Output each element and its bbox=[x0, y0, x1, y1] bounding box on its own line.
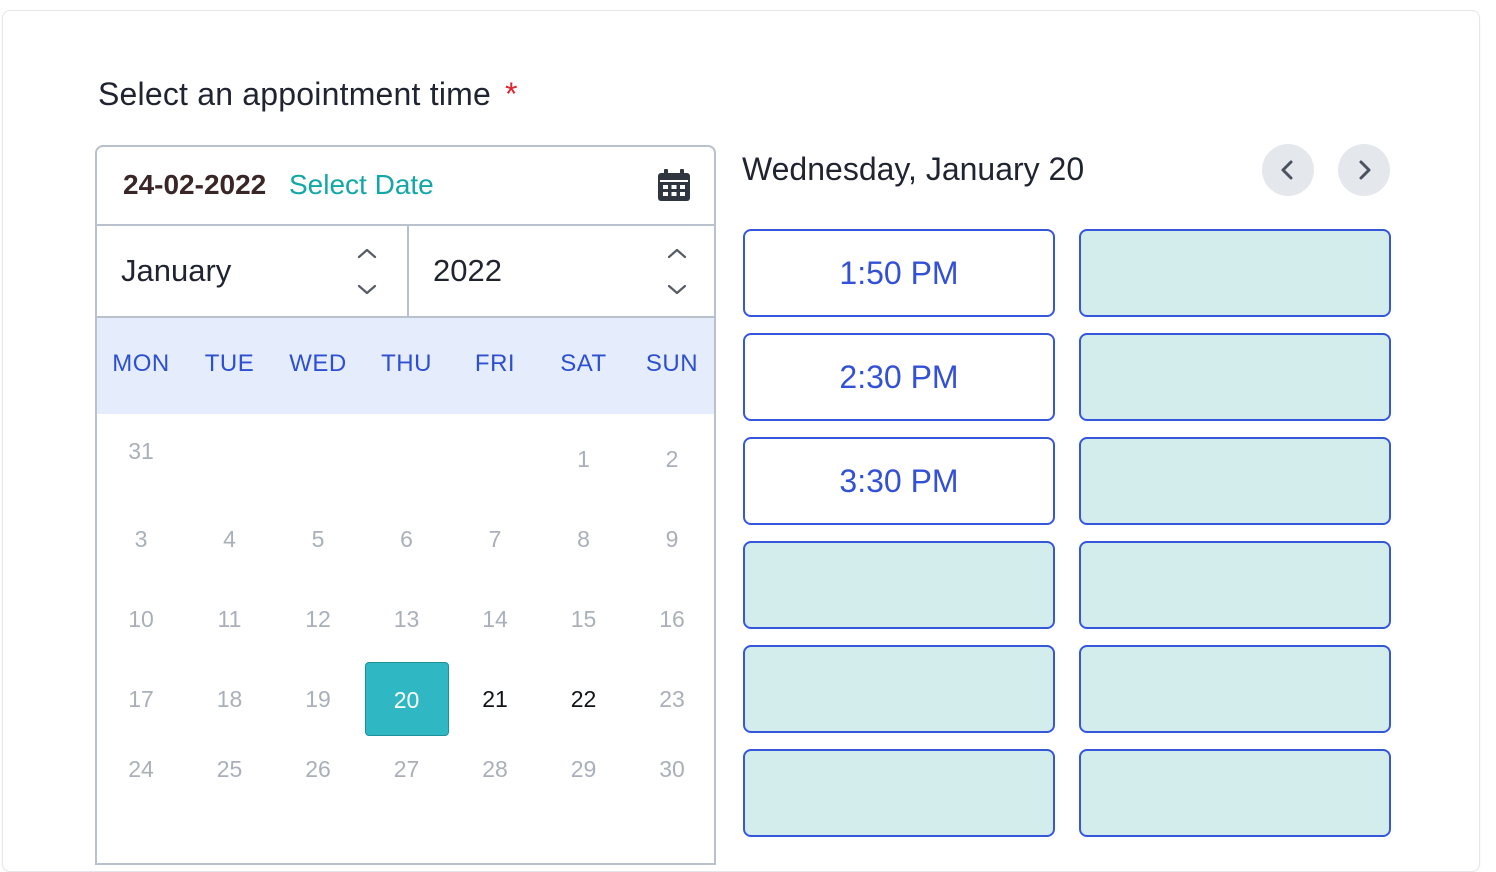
month-year-selects: January 2022 bbox=[97, 226, 714, 318]
calendar-day: 26 bbox=[305, 756, 331, 782]
required-asterisk: * bbox=[504, 76, 518, 112]
calendar-day: 27 bbox=[393, 756, 420, 782]
weekday-sat: SAT bbox=[560, 350, 607, 377]
date-picker-header: 24-02-2022 Select Date bbox=[97, 147, 714, 226]
calendar-day: 24 bbox=[128, 756, 154, 782]
time-slot-empty bbox=[1079, 229, 1391, 317]
calendar-day: 17 bbox=[128, 686, 154, 712]
calendar-day[interactable]: 21 bbox=[453, 662, 537, 736]
weekday-fri: FRI bbox=[474, 350, 516, 377]
calendar-day: 14 bbox=[482, 606, 508, 632]
calendar-day: 1 bbox=[577, 446, 590, 472]
calendar-day: 5 bbox=[311, 526, 325, 552]
calendar-day: 25 bbox=[216, 756, 243, 782]
calendar-day: 11 bbox=[217, 606, 242, 632]
calendar-day: 13 bbox=[393, 606, 420, 632]
calendar-day: 7 bbox=[488, 526, 502, 552]
calendar-day: 28 bbox=[482, 756, 508, 782]
chevron-left-icon bbox=[1281, 160, 1293, 180]
previous-day-button[interactable] bbox=[1262, 144, 1314, 196]
calendar-day: 30 bbox=[659, 756, 685, 782]
calendar-day: 18 bbox=[216, 686, 243, 712]
month-value: January bbox=[121, 253, 232, 288]
time-slot-empty bbox=[1079, 437, 1391, 525]
calendar-day: 31 bbox=[128, 438, 154, 464]
time-slot-empty bbox=[1079, 645, 1391, 733]
calendar-day: 16 bbox=[659, 606, 685, 632]
chevron-right-icon bbox=[1359, 160, 1371, 180]
weekday-sun: SUN bbox=[645, 350, 699, 377]
calendar-day: 19 bbox=[305, 686, 331, 712]
time-slot-button[interactable]: 3:30 PM bbox=[743, 437, 1055, 525]
select-date-link[interactable]: Select Date bbox=[289, 169, 434, 201]
calendar-day: 3 bbox=[134, 526, 148, 552]
time-slot-empty bbox=[1079, 333, 1391, 421]
date-picker: 24-02-2022 Select Date January 2022 MON … bbox=[95, 145, 716, 865]
weekday-thu: THU bbox=[381, 350, 432, 377]
calendar-day: 12 bbox=[305, 606, 331, 632]
time-slot-button[interactable]: 2:30 PM bbox=[743, 333, 1055, 421]
calendar-day-selected[interactable]: 20 bbox=[364, 662, 449, 736]
field-label-text: Select an appointment time bbox=[98, 76, 491, 112]
year-spinner-icon[interactable] bbox=[665, 244, 689, 300]
month-select[interactable]: January bbox=[97, 226, 409, 316]
calendar-day: 8 bbox=[577, 526, 590, 552]
weekday-mon: MON bbox=[112, 350, 170, 377]
time-slot-empty bbox=[743, 749, 1055, 837]
calendar-day: 9 bbox=[665, 526, 679, 552]
calendar-day: 29 bbox=[570, 756, 597, 782]
weekday-tue: TUE bbox=[204, 350, 255, 377]
calendar-day: 6 bbox=[400, 526, 413, 552]
year-select[interactable]: 2022 bbox=[409, 226, 714, 316]
selected-date-value[interactable]: 24-02-2022 bbox=[123, 169, 266, 201]
time-slot-empty bbox=[1079, 749, 1391, 837]
calendar-day: 4 bbox=[223, 526, 236, 552]
month-spinner-icon[interactable] bbox=[355, 244, 379, 300]
field-label: Select an appointment time * bbox=[98, 76, 518, 113]
calendar-day: 23 bbox=[659, 686, 685, 712]
calendar-day: 2 bbox=[665, 446, 679, 472]
time-slot-empty bbox=[743, 645, 1055, 733]
time-slot-empty bbox=[743, 541, 1055, 629]
calendar-day: 10 bbox=[128, 606, 154, 632]
year-value: 2022 bbox=[433, 253, 502, 288]
next-day-button[interactable] bbox=[1338, 144, 1390, 196]
calendar-day[interactable]: 22 bbox=[542, 662, 626, 736]
weekday-wed: WED bbox=[289, 350, 347, 377]
weekday-header: MON TUE WED THU FRI SAT SUN bbox=[97, 318, 714, 414]
time-slot-empty bbox=[1079, 541, 1391, 629]
calendar-icon[interactable] bbox=[657, 168, 691, 202]
schedule-date-heading: Wednesday, January 20 bbox=[742, 151, 1085, 187]
time-slot-button[interactable]: 1:50 PM bbox=[743, 229, 1055, 317]
calendar-day: 15 bbox=[570, 606, 597, 632]
